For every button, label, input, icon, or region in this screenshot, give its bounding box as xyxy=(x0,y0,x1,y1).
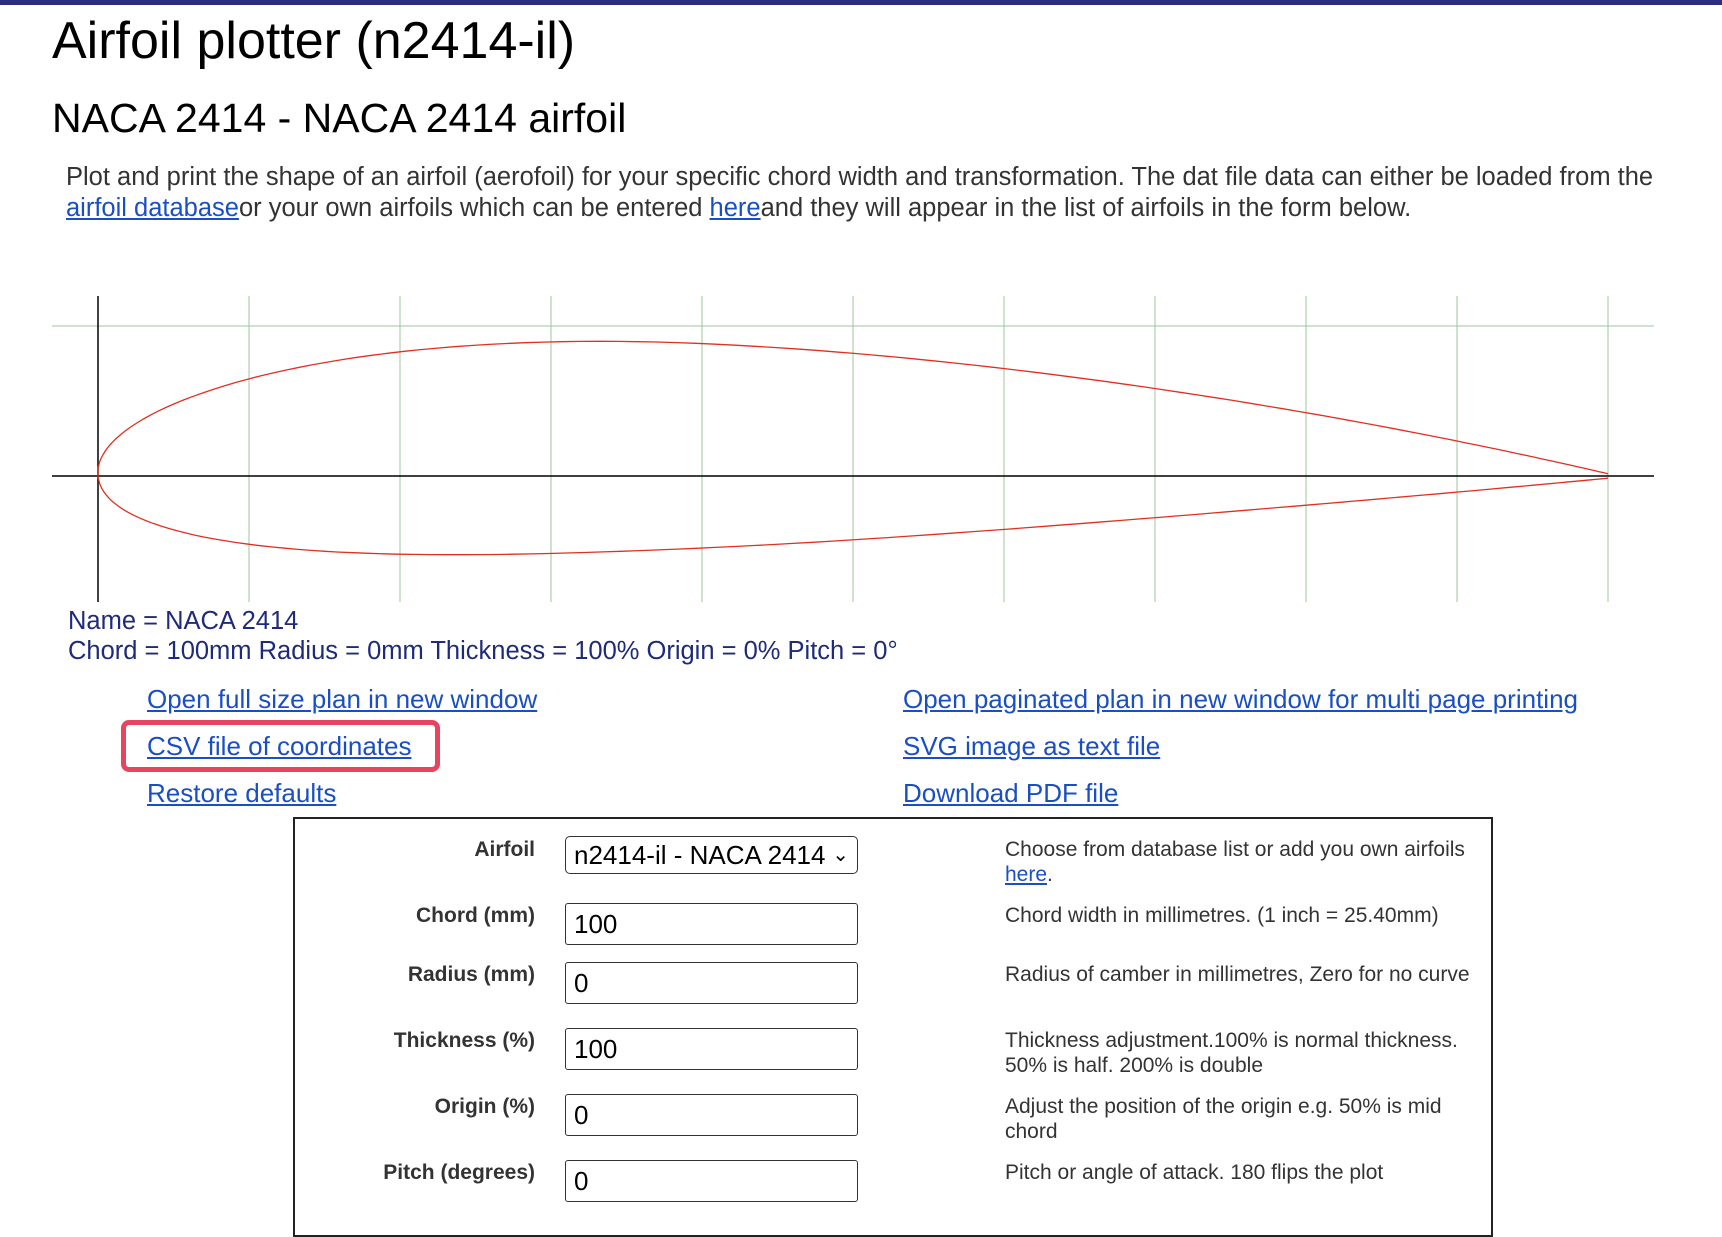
plot-grid xyxy=(52,296,1654,602)
thickness-label: Thickness (%) xyxy=(393,1029,535,1052)
intro-text-2: or your own airfoils which can be entere… xyxy=(238,194,710,222)
chord-input[interactable] xyxy=(565,903,858,945)
own-airfoils-link[interactable]: here xyxy=(710,194,761,222)
intro-paragraph: Plot and print the shape of an airfoil (… xyxy=(66,162,1696,224)
airfoil-params-text: Chord = 100mm Radius = 0mm Thickness = 1… xyxy=(68,637,898,665)
page-subtitle: NACA 2414 - NACA 2414 airfoil xyxy=(52,95,627,141)
intro-text-1: Plot and print the shape of an airfoil (… xyxy=(66,163,1654,191)
airfoil-select[interactable]: n2414-il - NACA 2414 ⌄ xyxy=(565,836,858,874)
airfoil-label: Airfoil xyxy=(474,838,535,861)
radius-help: Radius of camber in millimetres, Zero fo… xyxy=(1005,963,1470,986)
radius-input[interactable] xyxy=(565,962,858,1004)
airfoil-database-link[interactable]: airfoil database xyxy=(66,194,239,222)
open-paginated-plan-link[interactable]: Open paginated plan in new window for mu… xyxy=(903,682,1578,716)
page-title: Airfoil plotter (n2414-il) xyxy=(52,12,576,70)
origin-input[interactable] xyxy=(565,1094,858,1136)
chevron-down-icon: ⌄ xyxy=(832,844,849,866)
pitch-input[interactable] xyxy=(565,1160,858,1202)
top-accent-bar xyxy=(0,0,1722,5)
origin-label: Origin (%) xyxy=(434,1095,535,1118)
pitch-label: Pitch (degrees) xyxy=(383,1161,535,1184)
restore-defaults-link[interactable]: Restore defaults xyxy=(147,776,336,810)
airfoil-name-text: Name = NACA 2414 xyxy=(68,607,299,635)
origin-help: Adjust the position of the origin e.g. 5… xyxy=(1005,1095,1442,1143)
airfoil-help-text: Choose from database list or add you own… xyxy=(1005,838,1465,861)
airfoil-help-link[interactable]: here xyxy=(1005,863,1047,886)
plot-info: Name = NACA 2414 Chord = 100mm Radius = … xyxy=(68,606,898,666)
intro-text-3: and they will appear in the list of airf… xyxy=(760,194,1412,222)
thickness-help: Thickness adjustment.100% is normal thic… xyxy=(1005,1029,1458,1077)
open-full-size-plan-link[interactable]: Open full size plan in new window xyxy=(147,682,537,716)
download-pdf-link[interactable]: Download PDF file xyxy=(903,776,1118,810)
svg-text-file-link[interactable]: SVG image as text file xyxy=(903,729,1160,763)
radius-label: Radius (mm) xyxy=(407,963,535,986)
airfoil-select-value: n2414-il - NACA 2414 xyxy=(574,839,826,870)
pitch-help: Pitch or angle of attack. 180 flips the … xyxy=(1005,1161,1384,1184)
thickness-input[interactable] xyxy=(565,1028,858,1070)
csv-coordinates-link[interactable]: CSV file of coordinates xyxy=(147,729,411,763)
airfoil-plot xyxy=(52,296,1654,602)
airfoil-help-end: . xyxy=(1047,863,1053,886)
chord-label: Chord (mm) xyxy=(416,904,535,927)
chord-help: Chord width in millimetres. (1 inch = 25… xyxy=(1005,904,1439,927)
airfoil-help: Choose from database list or add you own… xyxy=(1005,837,1475,887)
